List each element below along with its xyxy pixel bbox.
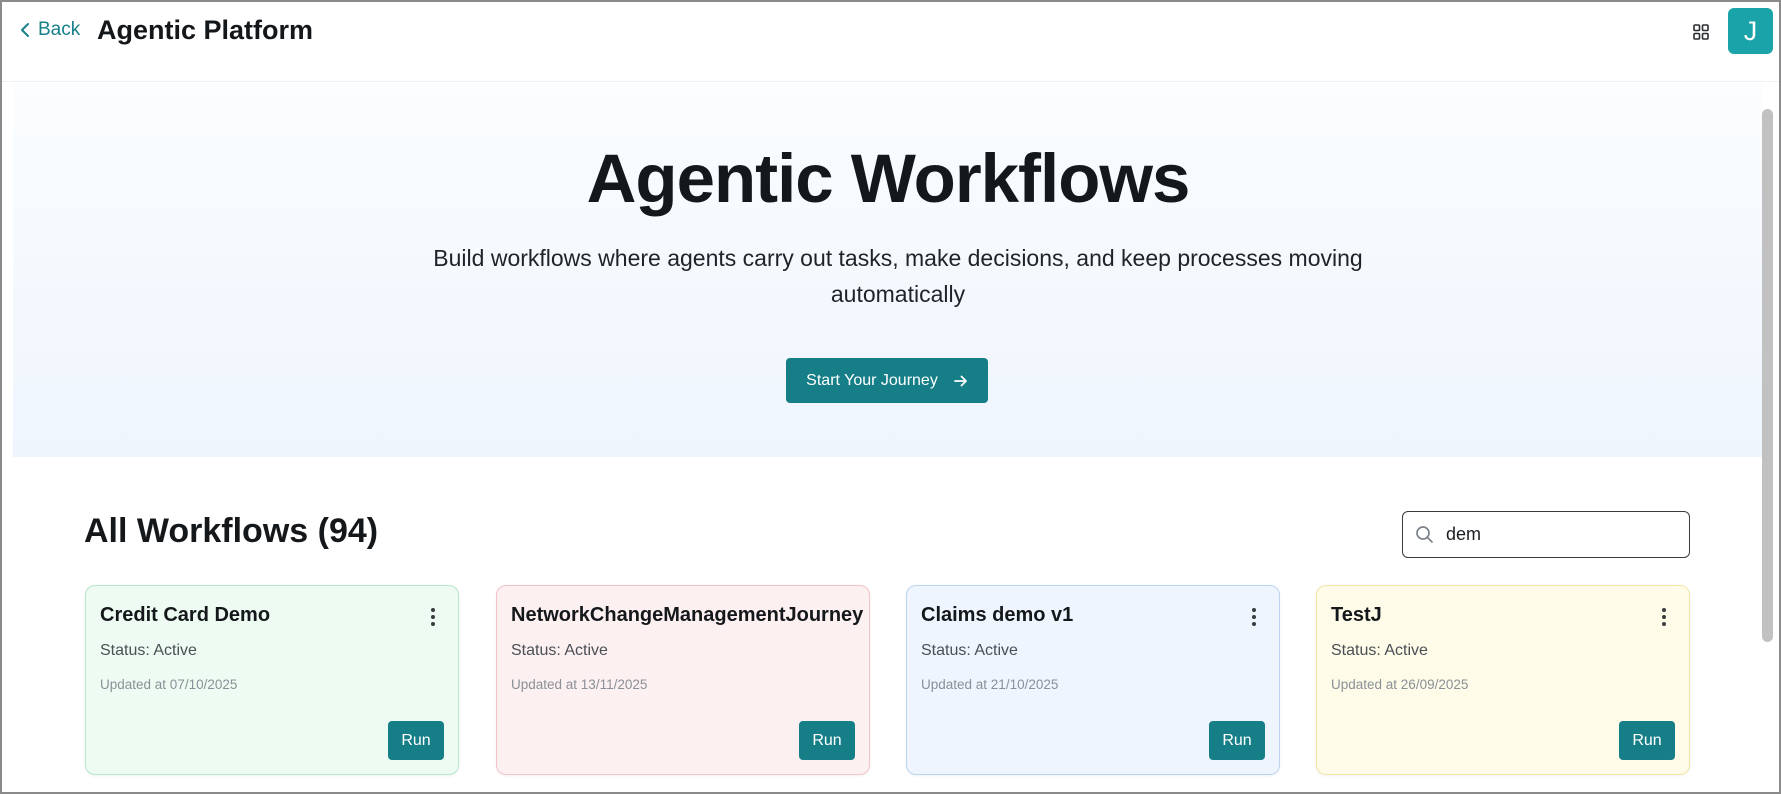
run-button[interactable]: Run — [388, 721, 444, 760]
workflow-card-status: Status: Active — [921, 642, 1018, 659]
workflow-card-title: NetworkChangeManagementJourney — [511, 604, 864, 626]
workflow-card-title: Claims demo v1 — [921, 604, 1074, 626]
page-scrollbar[interactable] — [1762, 109, 1773, 642]
run-button[interactable]: Run — [799, 721, 855, 760]
user-avatar[interactable]: J — [1728, 8, 1773, 54]
workflow-card-status: Status: Active — [511, 642, 608, 659]
hero-title: Agentic Workflows — [586, 140, 1191, 217]
workflow-search[interactable] — [1402, 511, 1690, 558]
workflow-card[interactable]: NetworkChangeManagementJourney Status: A… — [496, 585, 870, 775]
workflow-card-updated: Updated at 07/10/2025 — [100, 677, 238, 692]
apps-grid-icon[interactable] — [1692, 23, 1710, 41]
arrow-right-icon — [953, 375, 967, 386]
more-vertical-icon[interactable] — [1251, 607, 1257, 627]
workflow-card-updated: Updated at 26/09/2025 — [1331, 677, 1469, 692]
hero-section: Agentic Workflows Build workflows where … — [13, 83, 1763, 457]
app-window: Back Agentic Platform J Agentic Workflow… — [0, 0, 1781, 794]
more-vertical-icon[interactable] — [430, 607, 436, 627]
workflow-card[interactable]: Credit Card Demo Status: Active Updated … — [85, 585, 459, 775]
search-icon — [1416, 526, 1433, 543]
workflow-card-title: Credit Card Demo — [100, 604, 271, 626]
start-journey-button[interactable]: Start Your Journey — [786, 358, 988, 403]
start-journey-label: Start Your Journey — [806, 371, 938, 389]
back-label: Back — [38, 19, 81, 40]
search-input[interactable] — [1446, 524, 1676, 545]
more-vertical-icon[interactable] — [1661, 607, 1667, 627]
workflows-section-title: All Workflows (94) — [84, 512, 379, 550]
back-button[interactable]: Back — [20, 19, 80, 41]
workflow-card-title: TestJ — [1331, 604, 1382, 626]
workflow-card[interactable]: Claims demo v1 Status: Active Updated at… — [906, 585, 1280, 775]
chevron-left-icon — [21, 23, 29, 37]
workflow-cards: Credit Card Demo Status: Active Updated … — [85, 585, 1690, 775]
workflow-card-updated: Updated at 13/11/2025 — [511, 677, 648, 692]
top-bar: Back Agentic Platform J — [2, 2, 1779, 82]
hero-subtitle: Build workflows where agents carry out t… — [433, 245, 1363, 307]
app-title: Agentic Platform — [97, 15, 314, 45]
workflow-card-status: Status: Active — [100, 642, 197, 659]
workflow-card[interactable]: TestJ Status: Active Updated at 26/09/20… — [1316, 585, 1690, 775]
run-button[interactable]: Run — [1619, 721, 1675, 760]
workflow-card-status: Status: Active — [1331, 642, 1428, 659]
workflow-card-updated: Updated at 21/10/2025 — [921, 677, 1059, 692]
run-button[interactable]: Run — [1209, 721, 1265, 760]
